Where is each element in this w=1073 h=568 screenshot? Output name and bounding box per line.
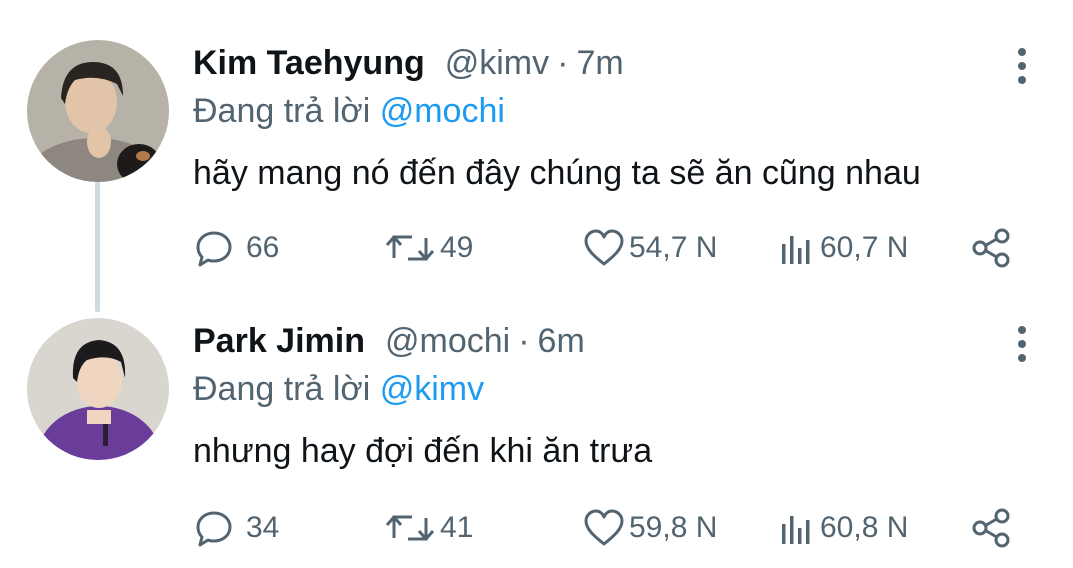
views-button[interactable]: 60,7 N xyxy=(780,226,908,270)
heart-icon xyxy=(584,229,624,266)
reply-icon xyxy=(196,511,232,547)
heart-icon xyxy=(584,509,624,546)
views-icon xyxy=(782,236,810,264)
tweet-text: hãy mang nó đến đây chúng ta sẽ ăn cũng … xyxy=(193,154,921,192)
separator-dot: · xyxy=(557,44,569,82)
reply-button[interactable]: 34 xyxy=(194,506,279,550)
like-button[interactable]: 54,7 N xyxy=(583,226,717,270)
user-handle[interactable]: @kimv xyxy=(445,44,549,83)
reply-icon xyxy=(196,231,232,267)
timestamp[interactable]: 6m xyxy=(538,322,585,361)
tweet[interactable]: Park Jimin @mochi · 6m Đang trả lời @kim… xyxy=(0,300,1073,568)
retweet-icon xyxy=(385,235,435,261)
retweet-icon xyxy=(385,515,435,541)
share-icon xyxy=(972,508,1010,548)
user-handle[interactable]: @mochi xyxy=(385,322,510,361)
like-count: 59,8 N xyxy=(629,511,718,544)
avatar[interactable] xyxy=(27,40,169,182)
share-button[interactable] xyxy=(970,506,1012,550)
avatar[interactable] xyxy=(27,318,169,460)
retweet-count: 49 xyxy=(440,231,474,264)
tweet-header: Kim Taehyung @kimv · 7m xyxy=(193,44,624,92)
reply-mention-link[interactable]: @kimv xyxy=(380,370,484,408)
replying-to: Đang trả lời @kimv xyxy=(193,370,484,409)
display-name[interactable]: Kim Taehyung xyxy=(193,44,425,83)
reply-count: 34 xyxy=(246,511,280,544)
reply-count: 66 xyxy=(246,231,280,264)
retweet-button[interactable]: 49 xyxy=(384,226,473,270)
separator-dot: · xyxy=(518,322,530,360)
views-count: 60,7 N xyxy=(820,231,909,264)
replying-to: Đang trả lời @mochi xyxy=(193,92,505,131)
share-icon xyxy=(972,228,1010,268)
replying-prefix: Đang trả lời xyxy=(193,92,371,130)
tweet-text: nhưng hay đợi đến khi ăn trưa xyxy=(193,432,653,470)
views-button[interactable]: 60,8 N xyxy=(780,506,908,550)
more-vertical-icon[interactable] xyxy=(1008,44,1036,88)
share-button[interactable] xyxy=(970,226,1012,270)
replying-prefix: Đang trả lời xyxy=(193,370,371,408)
timestamp[interactable]: 7m xyxy=(576,44,623,83)
reply-button[interactable]: 66 xyxy=(194,226,279,270)
retweet-button[interactable]: 41 xyxy=(384,506,473,550)
views-count: 60,8 N xyxy=(820,511,909,544)
retweet-count: 41 xyxy=(440,511,474,544)
display-name[interactable]: Park Jimin xyxy=(193,322,365,361)
more-vertical-icon[interactable] xyxy=(1008,322,1036,366)
tweet-actions: 34 41 59,8 N 60,8 N xyxy=(0,506,1073,550)
tweet-actions: 66 49 54,7 N 60,7 N xyxy=(0,226,1073,270)
tweet-thread: Kim Taehyung @kimv · 7m Đang trả lời @mo… xyxy=(0,0,1073,568)
tweet[interactable]: Kim Taehyung @kimv · 7m Đang trả lời @mo… xyxy=(0,0,1073,295)
views-icon xyxy=(782,516,810,544)
like-button[interactable]: 59,8 N xyxy=(583,506,717,550)
reply-mention-link[interactable]: @mochi xyxy=(380,92,505,130)
like-count: 54,7 N xyxy=(629,231,718,264)
tweet-header: Park Jimin @mochi · 6m xyxy=(193,322,585,370)
